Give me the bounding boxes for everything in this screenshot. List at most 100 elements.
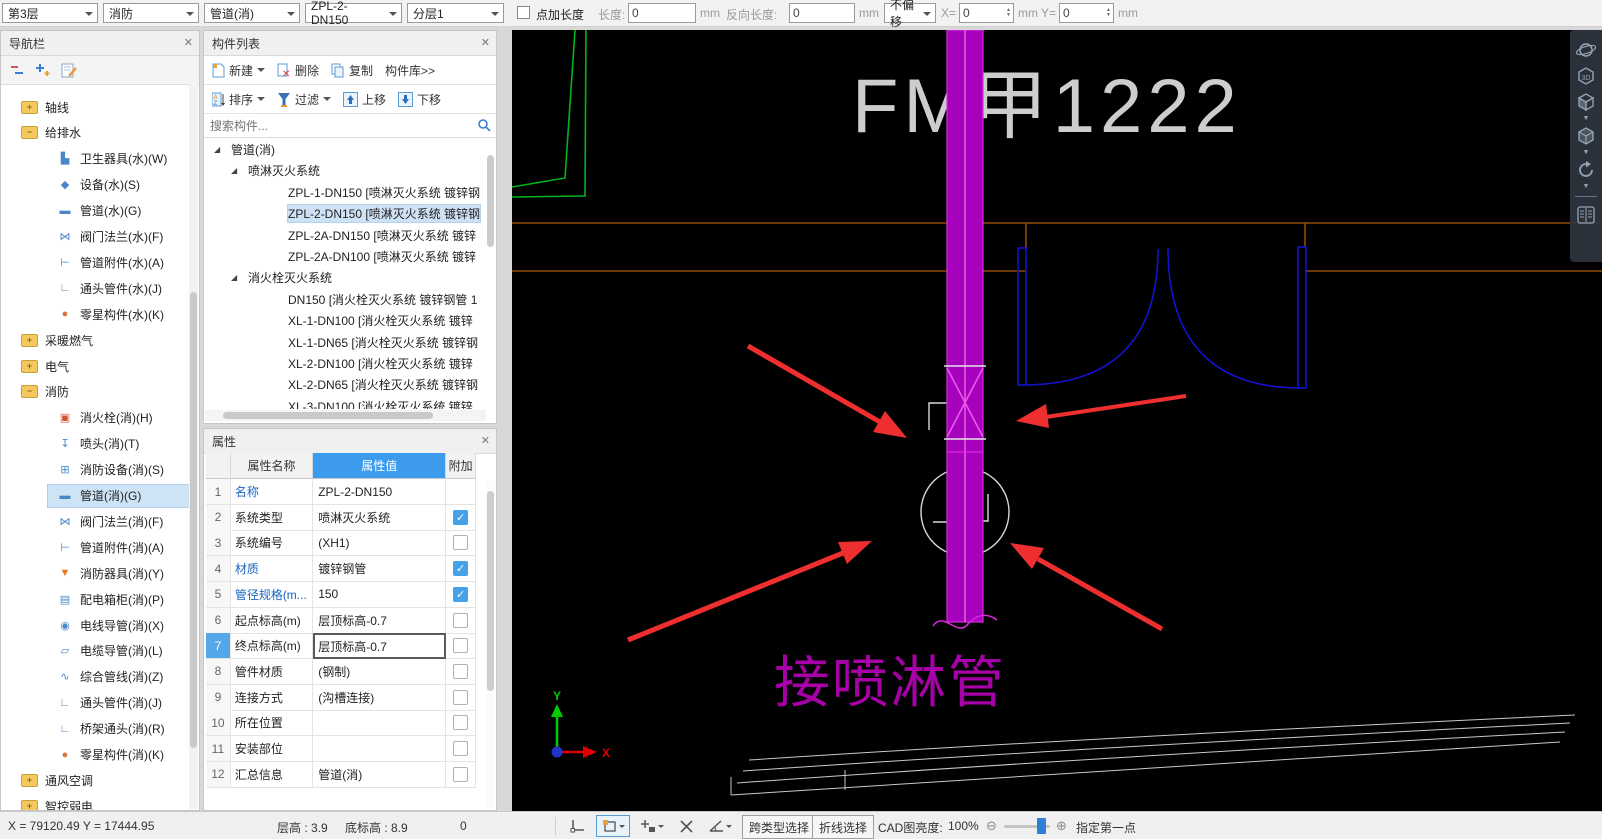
component-tree-item[interactable]: ◢ DN150 [消火栓灭火系统 镀锌钢管 1 [204, 289, 486, 310]
sidebar-item[interactable]: ▬ 管道(消)(G) [1, 483, 189, 509]
sidebar-item[interactable]: + 轴线 [1, 94, 189, 120]
sidebar-item[interactable]: ◆ 设备(水)(S) [1, 172, 189, 198]
attach-checkbox[interactable] [453, 767, 468, 782]
cross-type-select-button[interactable]: 跨类型选择 [742, 815, 816, 839]
add-point-tool[interactable] [636, 815, 668, 837]
sidebar-item[interactable]: + 采暖燃气 [1, 327, 189, 353]
copy-button[interactable]: 复制 [327, 60, 377, 81]
cube-view-icon[interactable] [1574, 124, 1598, 148]
brightness-slider-thumb[interactable] [1037, 818, 1046, 834]
expander-icon[interactable]: ◢ [214, 145, 224, 154]
property-value[interactable]: 层顶标高-0.7 [313, 608, 446, 634]
property-row[interactable]: 7 终点标高(m) 层顶标高-0.7 [206, 633, 476, 659]
component-tree-item[interactable]: ◢ 消火栓灭火系统 [204, 267, 486, 288]
sidebar-item[interactable]: + 智控弱电 [1, 793, 189, 810]
property-value[interactable]: 管道(消) [313, 762, 446, 788]
property-row[interactable]: 9 连接方式 (沟槽连接) [206, 685, 476, 711]
sidebar-item[interactable]: ∟ 桥架通头(消)(R) [1, 716, 189, 742]
property-row[interactable]: 4 材质 镀锌钢管 ✓ [206, 556, 476, 582]
attach-checkbox[interactable] [453, 690, 468, 705]
sidebar-item[interactable]: − 给排水 [1, 120, 189, 146]
specialty-select[interactable]: 消防 [103, 3, 199, 23]
edit-list-icon[interactable] [61, 63, 78, 78]
property-value[interactable]: ZPL-2-DN150 [313, 479, 446, 505]
expand-all-icon[interactable] [35, 63, 51, 77]
sidebar-item[interactable]: ▣ 消火栓(消)(H) [1, 405, 189, 431]
property-value[interactable]: 层顶标高-0.7 [313, 633, 446, 659]
component-tree-item[interactable]: ◢ ZPL-2-DN150 [喷淋灭火系统 镀锌钢 [204, 203, 486, 224]
move-down-button[interactable]: 下移 [394, 89, 445, 110]
component-tree-item[interactable]: ◢ XL-3-DN100 [消火栓灭火系统 镀锌 [204, 396, 486, 409]
sidebar-item[interactable]: ▱ 电缆导管(消)(L) [1, 638, 189, 664]
attach-checkbox[interactable]: ✓ [453, 510, 468, 525]
ortho-tool[interactable] [565, 815, 591, 837]
collapse-all-icon[interactable] [9, 63, 25, 77]
component-select[interactable]: ZPL-2-DN150 [305, 3, 402, 23]
property-value[interactable] [313, 736, 446, 762]
attach-checkbox[interactable] [453, 715, 468, 730]
angle-tool[interactable] [704, 815, 736, 837]
splitter[interactable] [497, 26, 512, 811]
property-value[interactable]: 喷淋灭火系统 [313, 505, 446, 531]
component-tree-item[interactable]: ◢ XL-1-DN100 [消火栓灭火系统 镀锌 [204, 310, 486, 331]
rotate-view-icon[interactable] [1574, 158, 1598, 182]
sidebar-item[interactable]: ∿ 综合管线(消)(Z) [1, 664, 189, 690]
property-value[interactable]: (XH1) [313, 530, 446, 556]
display-settings-icon[interactable] [1574, 203, 1598, 227]
property-row[interactable]: 12 汇总信息 管道(消) [206, 762, 476, 788]
point-add-length-checkbox[interactable] [517, 6, 530, 19]
sidebar-item[interactable]: ⋈ 阀门法兰(水)(F) [1, 224, 189, 250]
splitter[interactable] [200, 26, 203, 811]
sidebar-item[interactable]: ▙ 卫生器具(水)(W) [1, 146, 189, 172]
view-3d-icon[interactable]: 3D [1574, 64, 1598, 88]
component-tree-vscrollbar[interactable] [486, 139, 495, 411]
sidebar-item[interactable]: ● 零星构件(水)(K) [1, 301, 189, 327]
sort-button[interactable]: AZ 排序 [208, 89, 269, 110]
property-row[interactable]: 8 管件材质 (钢制) [206, 659, 476, 685]
floor-select[interactable]: 第3层 [2, 3, 98, 23]
expander-icon[interactable]: ◢ [231, 166, 241, 175]
offset-select[interactable]: 不偏移 [884, 3, 936, 23]
search-icon[interactable] [477, 118, 491, 132]
close-icon[interactable]: ✕ [481, 434, 490, 447]
component-tree-item[interactable]: ◢ 喷淋灭火系统 [204, 160, 486, 181]
chevron-down-icon[interactable]: ▼ [1583, 184, 1590, 190]
property-row[interactable]: 5 管径规格(m... 150 ✓ [206, 582, 476, 608]
property-row[interactable]: 2 系统类型 喷淋灭火系统 ✓ [206, 505, 476, 531]
y-spinner[interactable]: ▲▼ [1104, 4, 1113, 22]
sidebar-item[interactable]: ⊢ 管道附件(水)(A) [1, 249, 189, 275]
new-button[interactable]: 新建 [208, 60, 269, 81]
attach-checkbox[interactable] [453, 613, 468, 628]
sidebar-item[interactable]: ∟ 通头管件(消)(J) [1, 690, 189, 716]
component-library-button[interactable]: 构件库>> [381, 60, 439, 81]
property-value[interactable]: 镀锌钢管 [313, 556, 446, 582]
cad-canvas[interactable]: FM甲1222 接喷淋管 Y X [512, 30, 1602, 811]
brightness-plus-button[interactable]: ⊕ [1056, 818, 1067, 834]
attach-checkbox[interactable]: ✓ [453, 587, 468, 602]
component-tree-item[interactable]: ◢ ZPL-2A-DN150 [喷淋灭火系统 镀锌 [204, 225, 486, 246]
property-row[interactable]: 11 安装部位 [206, 736, 476, 762]
sidebar-item[interactable]: ⋈ 阀门法兰(消)(F) [1, 508, 189, 534]
close-icon[interactable]: ✕ [481, 36, 490, 49]
property-row[interactable]: 6 起点标高(m) 层顶标高-0.7 [206, 608, 476, 634]
component-tree-item[interactable]: ◢ ZPL-1-DN150 [喷淋灭火系统 镀锌钢 [204, 182, 486, 203]
attach-checkbox[interactable] [453, 535, 468, 550]
component-tree-item[interactable]: ◢ 管道(消) [204, 139, 486, 160]
attach-checkbox[interactable] [453, 741, 468, 756]
properties-scrollbar[interactable] [486, 481, 495, 808]
chevron-down-icon[interactable]: ▼ [1583, 116, 1590, 122]
property-value[interactable]: (沟槽连接) [313, 685, 446, 711]
sidebar-item[interactable]: ● 零星构件(消)(K) [1, 742, 189, 768]
move-up-button[interactable]: 上移 [339, 89, 390, 110]
brightness-slider[interactable] [1004, 825, 1050, 828]
search-input[interactable] [204, 114, 496, 137]
layer-select[interactable]: 分层1 [407, 3, 504, 23]
property-value[interactable]: 150 [313, 582, 446, 608]
component-tree-item[interactable]: ◢ ZPL-2A-DN100 [喷淋灭火系统 镀锌 [204, 246, 486, 267]
sidebar-item[interactable]: ↧ 喷头(消)(T) [1, 431, 189, 457]
sidebar-item[interactable]: ▼ 消防器具(消)(Y) [1, 560, 189, 586]
sidebar-item[interactable]: ∟ 通头管件(水)(J) [1, 275, 189, 301]
attach-checkbox[interactable] [453, 638, 468, 653]
delete-button[interactable]: ✕ 删除 [273, 60, 323, 81]
orbit-icon[interactable] [1574, 38, 1598, 62]
